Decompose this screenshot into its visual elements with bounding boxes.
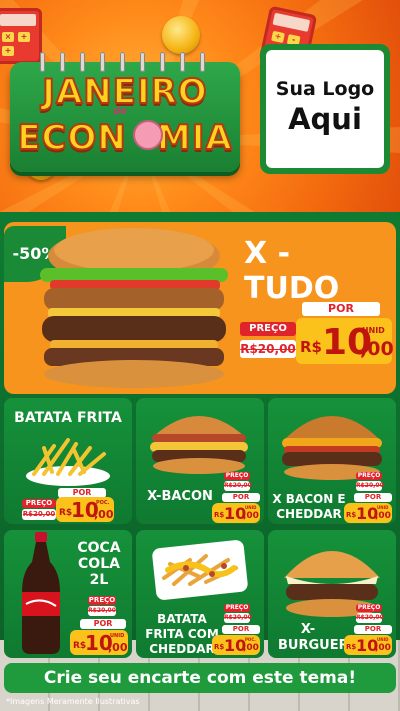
old-price: R$20,00 (88, 606, 116, 616)
create-flyer-button[interactable]: Crie seu encarte com este tema! (4, 663, 396, 693)
x-bacon-cheddar-burger-image (282, 416, 382, 480)
x-bacon-burger-image (150, 416, 248, 474)
price-tag: R$ 10 ,00 UNID (70, 630, 128, 655)
old-price: R$20,00 (356, 481, 384, 491)
featured-product-name: X - TUDO (244, 236, 340, 306)
product-name: X-BACON (147, 489, 213, 504)
price-tag: R$ 10 ,00 POC. (56, 497, 114, 522)
product-name: COCA COLA 2L (77, 540, 121, 588)
featured-por-label: POR (302, 302, 380, 316)
price-tag: R$ 10 ,00 UNID (344, 635, 392, 655)
por-label: POR (222, 493, 260, 502)
campaign-title-card: JANEIRO de ECON MIA (10, 52, 240, 172)
preco-label: PREÇO (88, 596, 116, 605)
logo-text-line2: Aqui (288, 102, 362, 136)
calculator-icon: × + + (0, 8, 42, 64)
preco-label: PREÇO (224, 604, 250, 612)
preco-label: PREÇO (356, 472, 382, 480)
logo-placeholder: Sua Logo Aqui (260, 44, 390, 174)
featured-preco-label: PREÇO (240, 322, 296, 336)
old-price: R$20,00 (22, 509, 56, 520)
logo-text-line1: Sua Logo (275, 78, 375, 100)
old-price: R$20,00 (224, 481, 252, 491)
x-tudo-burger-image (40, 228, 228, 388)
piggy-bank-icon (133, 120, 163, 150)
featured-price-tag: R$ 10 ,00 UNID (296, 318, 394, 364)
por-label: POR (354, 625, 392, 634)
product-name: BATATA FRITA (14, 410, 122, 426)
fries-image (26, 438, 110, 486)
footnote: *Imagens Meramente Ilustrativas (6, 697, 140, 706)
cheddar-fries-image (152, 540, 248, 600)
preco-label: PREÇO (356, 604, 382, 612)
old-price: R$20,00 (356, 613, 384, 623)
title-line-2: ECON MIA (16, 117, 233, 159)
price-tag: R$ 10 ,00 UNID (344, 503, 392, 523)
por-label: POR (80, 619, 126, 629)
product-name: X-BURGUER (278, 622, 349, 653)
title-connector: de (113, 106, 127, 117)
product-name: X BACON E CHEDDAR (272, 492, 346, 521)
old-price: R$20,00 (224, 613, 252, 623)
price-tag: R$ 10 ,00 UNID (212, 503, 260, 523)
coca-cola-bottle-image (22, 532, 60, 654)
preco-label: PREÇO (224, 472, 250, 480)
por-label: POR (354, 493, 392, 502)
por-label: POR (222, 625, 260, 634)
featured-old-price: R$20,00 (240, 340, 296, 358)
price-tag: R$ 10 ,00 POC. (212, 635, 260, 655)
preco-label: PREÇO (22, 499, 56, 508)
coin-icon (162, 16, 200, 54)
